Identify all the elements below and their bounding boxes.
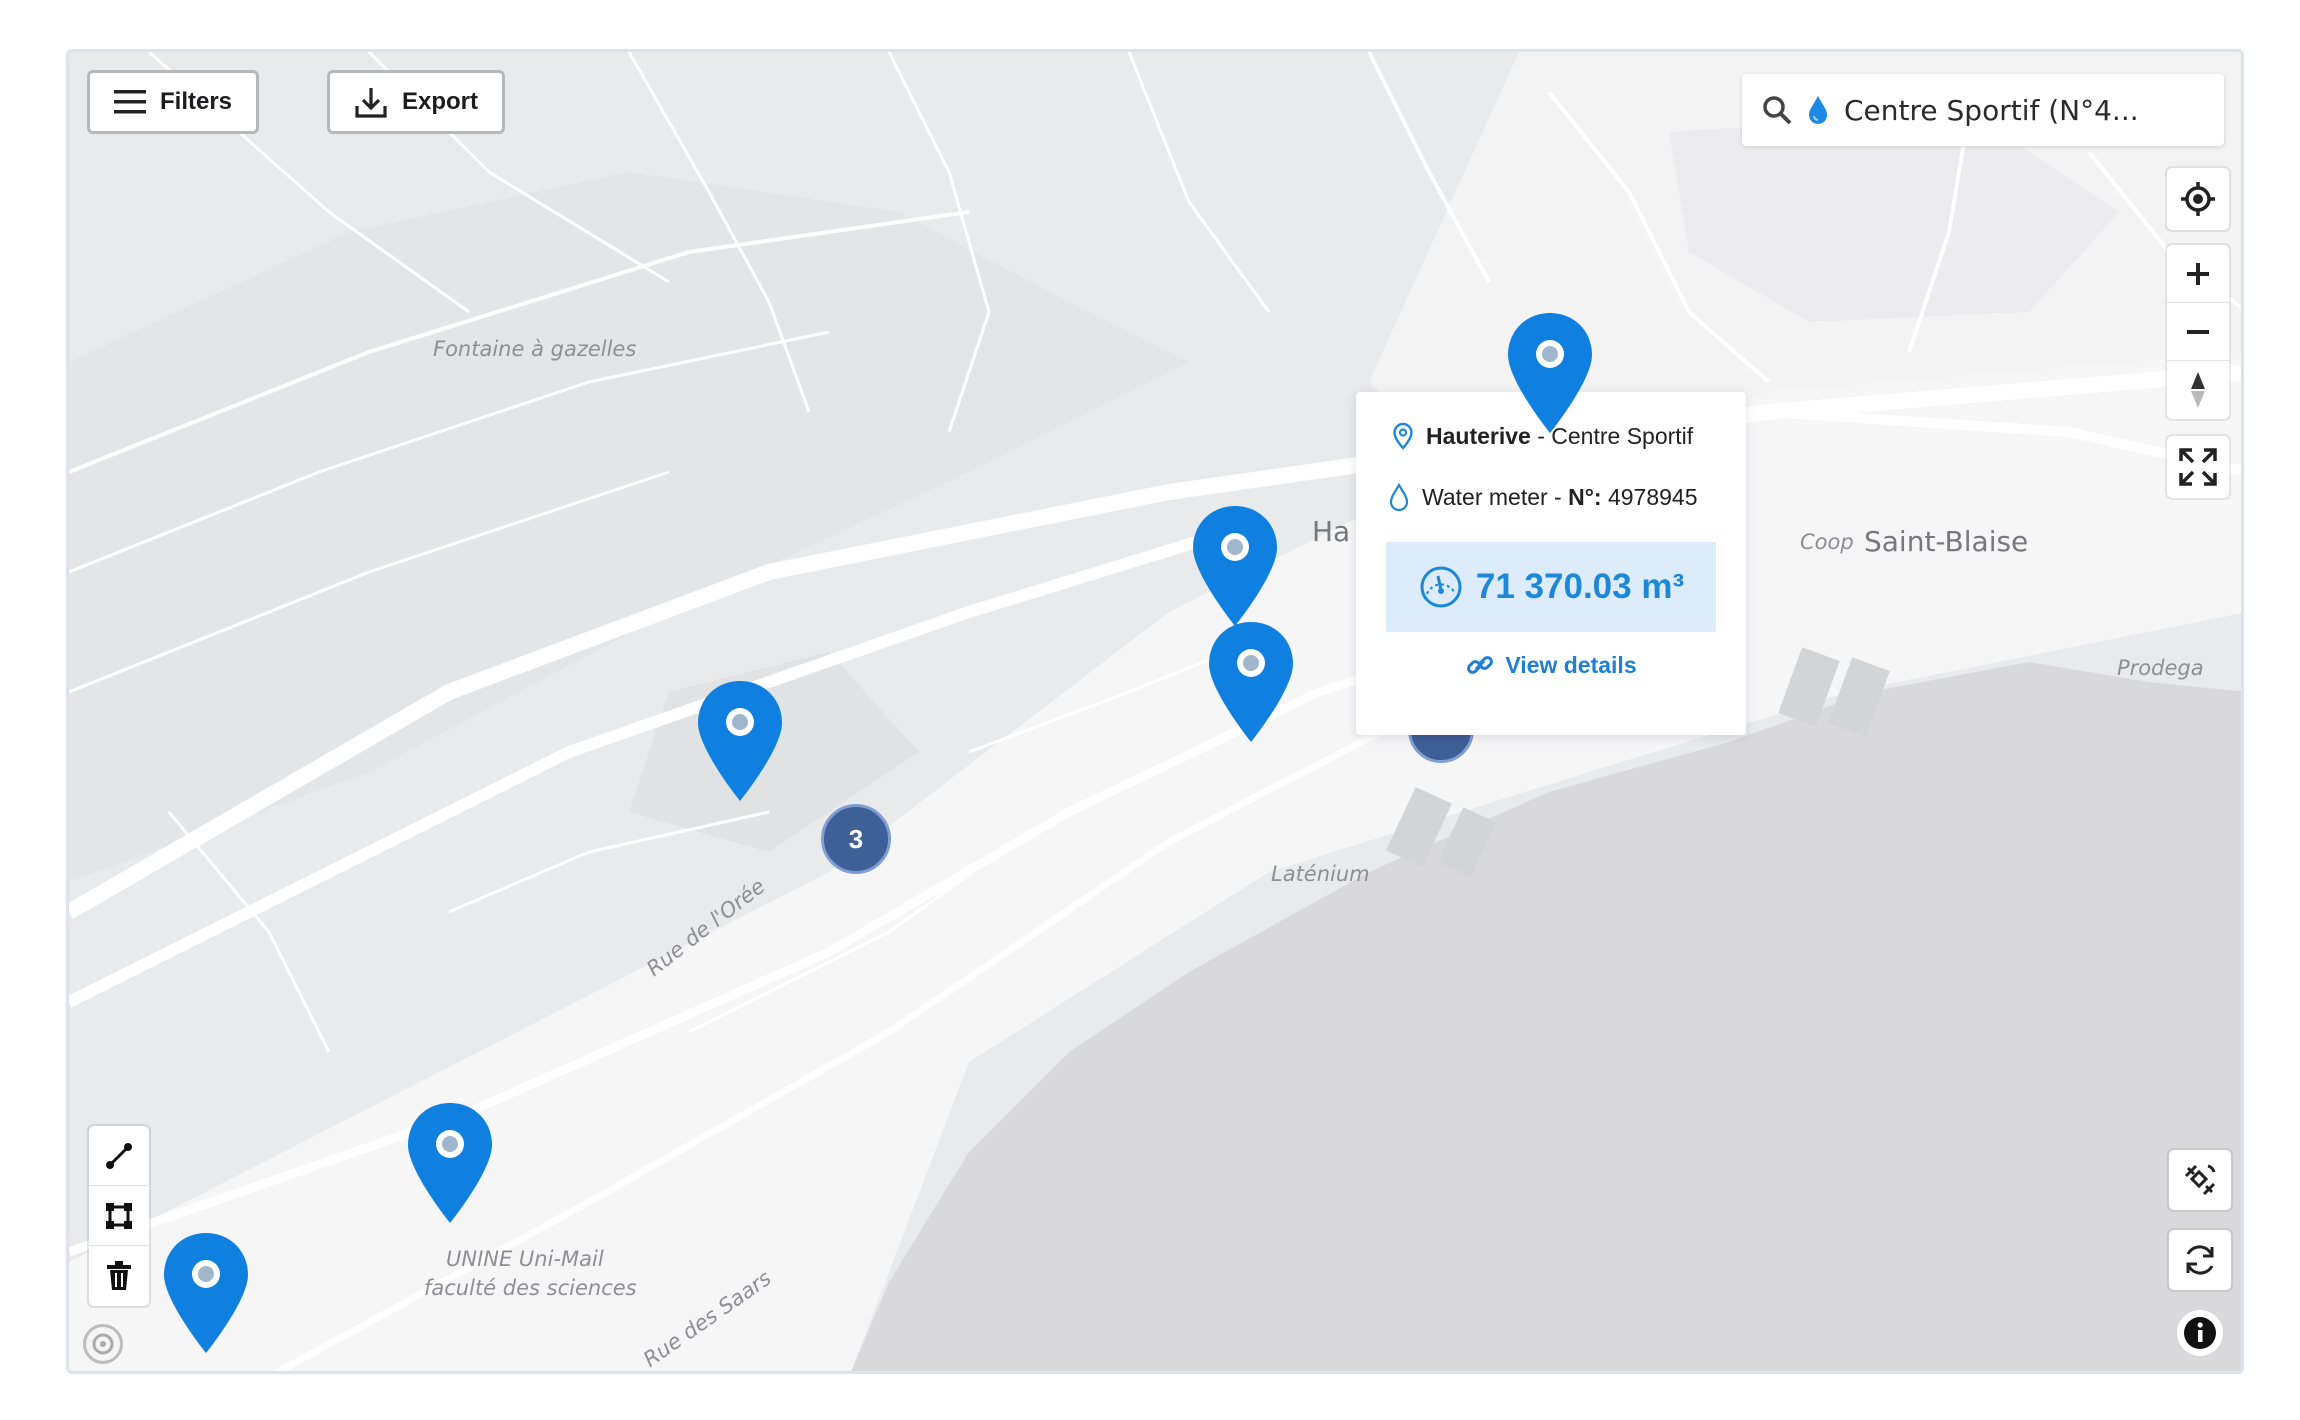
export-label: Export [402,88,479,115]
draw-tools [89,1126,149,1306]
label-unine-2: faculté des sciences [424,1276,637,1300]
gauge-icon [1420,566,1462,608]
download-icon [355,88,387,118]
water-meter-pin[interactable] [1506,311,1594,435]
meter-icon [1227,539,1243,555]
map-container[interactable]: Fontaine à gazelles Ha Coop Saint-Blaise… [66,49,2244,1374]
line-tool-icon [106,1142,132,1169]
plus-icon [2187,262,2209,285]
draw-polygon-button[interactable] [89,1186,149,1246]
meter-icon [198,1266,214,1282]
compass-icon [2191,372,2205,408]
popup-meter-no-label: N°: [1568,483,1602,510]
filters-button[interactable]: Filters [87,70,260,134]
popup-meter-number: 4978945 [1601,483,1698,510]
label-hauterive-partial: Ha [1312,515,1351,548]
polygon-tool-icon [106,1202,132,1229]
popup-reading-value: 71 370.03 m³ [1475,567,1685,606]
label-coop: Coop [1800,530,1854,554]
popup-reading: 71 370.03 m³ [1386,542,1716,632]
map-canvas[interactable] [69,52,2244,1374]
label-prodega: Prodega [2117,656,2204,680]
zoom-in-button[interactable] [2167,245,2229,303]
search-icon [1763,96,1792,125]
search-input[interactable] [1844,93,2174,127]
export-button[interactable]: Export [327,70,506,134]
water-meter-pin[interactable] [1191,504,1279,628]
menu-icon [114,90,146,114]
zoom-controls [2167,245,2229,419]
satellite-icon [2184,1164,2216,1196]
refresh-button[interactable] [2169,1230,2231,1290]
label-saint-blaise: Saint-Blaise [1864,525,2029,558]
info-icon [2184,1317,2216,1349]
label-latenium: Laténium [1271,862,1370,886]
search-box[interactable] [1742,74,2224,146]
satellite-toggle-button[interactable] [2169,1150,2231,1210]
popup-meter-label: Water meter - [1422,483,1569,510]
crosshair-icon [2181,182,2215,216]
meter-icon [1243,655,1259,671]
cluster-marker[interactable]: 3 [821,804,891,874]
water-drop-outline-icon [1389,483,1409,511]
map-attribution-logo[interactable] [83,1324,123,1364]
minus-icon [2187,329,2209,334]
view-details-label: View details [1505,651,1637,678]
locate-button[interactable] [2167,168,2229,230]
delete-drawing-button[interactable] [89,1246,149,1306]
label-fontaine: Fontaine à gazelles [433,337,637,361]
filters-label: Filters [160,88,233,115]
water-meter-pin[interactable] [696,679,784,803]
label-unine-1: UNINE Uni-Mail [446,1247,604,1271]
trash-icon [107,1261,131,1290]
link-icon [1467,656,1494,674]
info-button[interactable] [2177,1310,2223,1356]
water-meter-pin[interactable] [162,1231,250,1355]
meter-popup: Hauterive - Centre Sportif Water meter -… [1356,378,1746,735]
fullscreen-icon [2179,448,2217,486]
zoom-out-button[interactable] [2167,303,2229,361]
meter-icon [732,714,748,730]
refresh-icon [2186,1245,2214,1275]
meter-icon [442,1136,458,1152]
water-meter-pin[interactable] [406,1101,494,1225]
draw-line-button[interactable] [89,1126,149,1186]
meter-icon [1542,346,1558,362]
compass-button[interactable] [2167,361,2229,419]
fullscreen-button[interactable] [2167,436,2229,498]
water-meter-pin[interactable] [1207,620,1295,744]
view-details-link[interactable]: View details [1356,650,1746,680]
water-drop-icon [1809,96,1827,124]
location-pin-icon [1393,422,1413,450]
compass-logo-icon [92,1333,114,1355]
popup-meter-row: Water meter - N°: 4978945 [1388,483,1698,511]
